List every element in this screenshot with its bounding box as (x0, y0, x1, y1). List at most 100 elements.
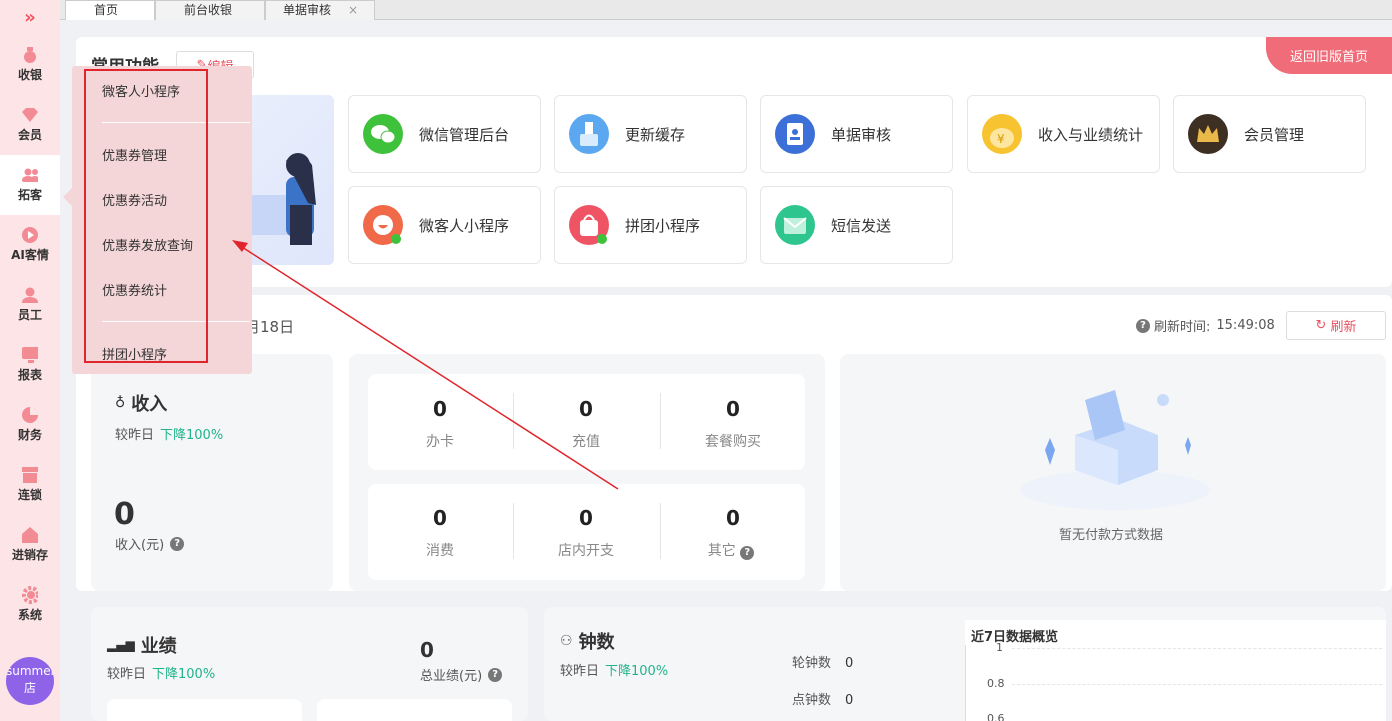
unit-label: 总业绩(元) (420, 669, 483, 684)
performance-unit: 总业绩(元)? (420, 665, 506, 684)
stat-value: 0 (433, 506, 447, 530)
gear-icon (22, 586, 38, 604)
cash-bag-icon (22, 47, 38, 63)
sidebar-item-chain[interactable]: 连锁 (0, 455, 60, 515)
func-update-cache[interactable]: 更新缓存 (554, 95, 747, 173)
people-icon: ⚇ (560, 633, 573, 649)
sidebar-item-label: 系统 (17, 608, 42, 622)
refresh-label: 刷新 (1330, 320, 1357, 335)
performance-sub-card (107, 699, 302, 721)
func-member-management[interactable]: 会员管理 (1173, 95, 1366, 173)
stat-consume: 0 消费 (367, 506, 513, 560)
refresh-time: ? 刷新时间: 15:49:08 (1136, 316, 1275, 335)
clock-compare: 较昨日 下降100% (560, 660, 668, 679)
refresh-time-label: 刷新时间: (1154, 320, 1211, 335)
sidebar-item-label: 连锁 (17, 488, 42, 502)
refresh-time-value: 15:49:08 (1216, 318, 1275, 333)
svg-text:¥: ¥ (997, 132, 1005, 146)
sidebar-item-member[interactable]: 会员 (0, 95, 60, 155)
sidebar-item-label: 收银 (17, 68, 42, 82)
stat-value: 0 (433, 397, 447, 421)
shopping-bag-icon (569, 205, 609, 245)
point-count: 点钟数 0 (792, 689, 853, 708)
broom-icon (569, 114, 609, 154)
rotation-count: 轮钟数 0 (792, 652, 853, 671)
stat-value: 0 (579, 397, 593, 421)
wechat-icon (363, 114, 403, 154)
monitor-icon (22, 347, 38, 363)
stat-package: 0 套餐购买 (660, 397, 806, 451)
point-label: 点钟数 (792, 693, 832, 708)
tab-front-cashier[interactable]: 前台收银 (155, 0, 265, 20)
func-sms-send[interactable]: 短信发送 (760, 186, 953, 264)
avatar[interactable]: summer5A店 (6, 657, 54, 705)
sidebar-item-label: 进销存 (11, 548, 48, 562)
compare-value: 下降100% (152, 667, 216, 682)
income-unit: 收入(元)? (115, 534, 188, 553)
sidebar-item-label: 会员 (17, 128, 42, 142)
diamond-icon (22, 107, 38, 123)
compare-label: 较昨日 (115, 428, 155, 443)
help-icon[interactable]: ? (488, 667, 503, 682)
func-income-stats[interactable]: ¥ 收入与业绩统计 (967, 95, 1160, 173)
sidebar-item-staff[interactable]: 员工 (0, 275, 60, 335)
sidebar-item-report[interactable]: 报表 (0, 335, 60, 395)
y-tick: 0.8 (987, 677, 1005, 690)
help-icon[interactable]: ? (170, 536, 185, 551)
sidebar-item-finance[interactable]: 财务 (0, 395, 60, 455)
y-tick: 1 (996, 641, 1003, 654)
tab-bar: 首页 前台收银 单据审核 × (60, 0, 1392, 20)
stat-label: 其它 ? (660, 540, 806, 560)
func-group-buy[interactable]: 拼团小程序 (554, 186, 747, 264)
stat-value: 0 (579, 506, 593, 530)
sidebar-item-system[interactable]: 系统 (0, 575, 60, 635)
func-label: 拼团小程序 (625, 216, 701, 235)
sidebar: » 收银 会员 拓客 AI客情 员工 报表 财务 连锁 进销存 系统 summe… (0, 0, 60, 721)
sidebar-item-label: 报表 (17, 368, 42, 382)
help-icon[interactable]: ? (1136, 318, 1150, 333)
sidebar-item-ai[interactable]: AI客情 (0, 215, 60, 275)
pie-icon (22, 407, 38, 423)
empty-box-illustration (1020, 390, 1210, 510)
stat-value: 0 (726, 506, 740, 530)
tab-receipt-audit[interactable]: 单据审核 × (265, 0, 375, 20)
income-title: ♁ 收入 (115, 390, 167, 416)
sidebar-item-label: 财务 (17, 428, 42, 442)
overview-date: 月18日 (245, 318, 295, 336)
money-bag-icon: ♁ (115, 395, 126, 411)
func-mini-program[interactable]: 微客人小程序 (348, 186, 541, 264)
func-label: 更新缓存 (625, 125, 686, 144)
tab-home[interactable]: 首页 (65, 0, 155, 20)
func-wechat-admin[interactable]: 微信管理后台 (348, 95, 541, 173)
sidebar-item-label: AI客情 (11, 248, 49, 262)
gridline (1012, 684, 1382, 685)
double-chevron-right-icon[interactable]: » (0, 0, 60, 35)
sidebar-item-cashier[interactable]: 收银 (0, 35, 60, 95)
unit-label: 收入(元) (115, 538, 165, 553)
income-title-text: 收入 (131, 394, 168, 415)
performance-sub-card (317, 699, 512, 721)
help-icon[interactable]: ? (740, 546, 755, 560)
func-label: 收入与业绩统计 (1038, 125, 1144, 144)
message-icon (775, 205, 815, 245)
chart-axis (965, 645, 966, 721)
stat-label: 办卡 (426, 434, 454, 450)
stat-label: 店内开支 (558, 543, 614, 559)
back-old-version-button[interactable]: 返回旧版首页 (1266, 37, 1392, 74)
func-label: 单据审核 (831, 125, 892, 144)
refresh-button[interactable]: ↻ 刷新 (1286, 311, 1386, 340)
compare-label: 较昨日 (107, 667, 147, 682)
illustration (246, 95, 334, 265)
smile-icon (363, 205, 403, 245)
income-value: 0 (114, 497, 135, 532)
sidebar-item-inventory[interactable]: 进销存 (0, 515, 60, 575)
sidebar-item-expand[interactable]: 拓客 (0, 155, 60, 215)
house-icon (22, 527, 38, 543)
document-icon (775, 114, 815, 154)
popup-arrow (63, 188, 72, 206)
performance-title-text: 业绩 (140, 636, 177, 657)
recent-chart-title: 近7日数据概览 (971, 630, 1059, 645)
close-icon[interactable]: × (348, 1, 358, 19)
func-receipt-audit[interactable]: 单据审核 (760, 95, 953, 173)
person-icon (22, 287, 38, 303)
